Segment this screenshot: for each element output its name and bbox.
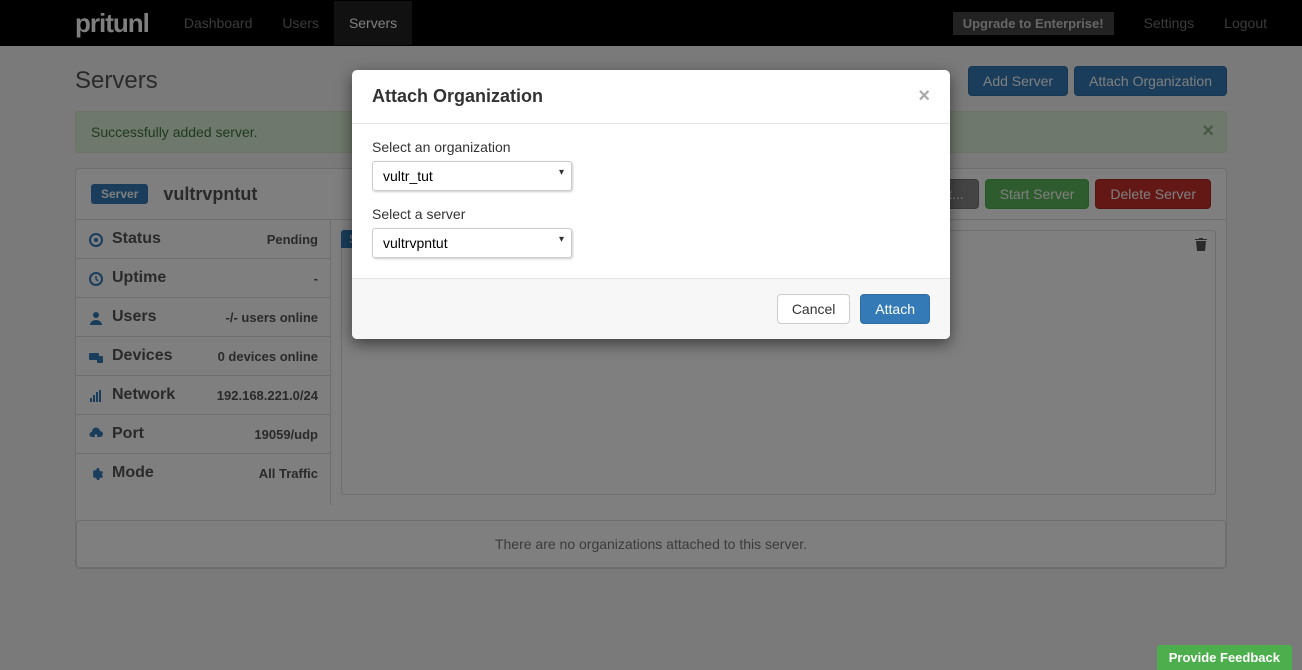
modal-title: Attach Organization (372, 86, 918, 107)
org-label: Select an organization (372, 139, 930, 155)
cancel-button[interactable]: Cancel (777, 294, 851, 324)
attach-org-modal: Attach Organization × Select an organiza… (352, 70, 950, 339)
server-select[interactable]: vultrvpntut (372, 228, 572, 258)
modal-body: Select an organization vultr_tut Select … (352, 124, 950, 278)
feedback-tab[interactable]: Provide Feedback (1157, 645, 1292, 670)
org-group: Select an organization vultr_tut (372, 139, 930, 191)
org-select[interactable]: vultr_tut (372, 161, 572, 191)
modal-footer: Cancel Attach (352, 278, 950, 339)
close-icon[interactable]: × (918, 85, 930, 108)
modal-header: Attach Organization × (352, 70, 950, 124)
server-label: Select a server (372, 206, 930, 222)
attach-button[interactable]: Attach (860, 294, 930, 324)
server-group: Select a server vultrvpntut (372, 206, 930, 258)
